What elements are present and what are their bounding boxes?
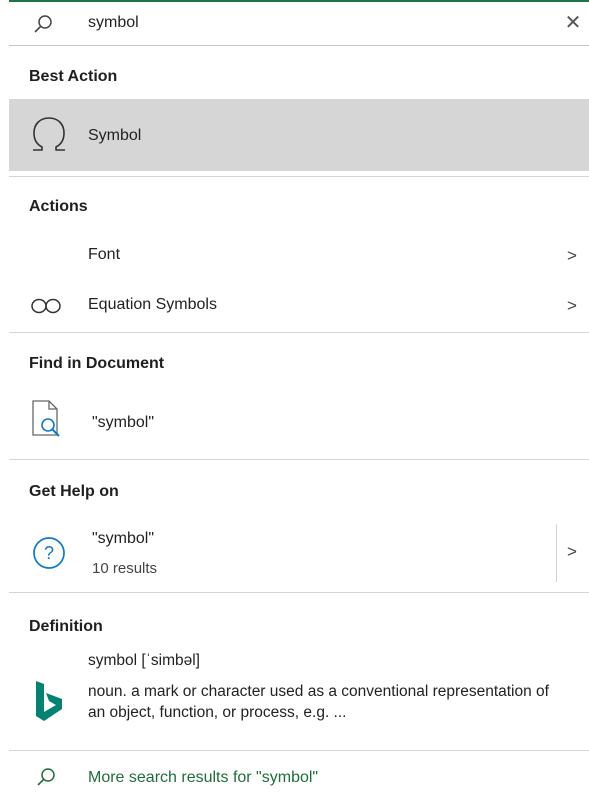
section-actions: Actions [29, 198, 88, 215]
best-action-label: Symbol [88, 127, 142, 144]
divider [9, 459, 589, 460]
omega-icon [33, 117, 65, 151]
best-action-symbol[interactable]: Symbol [9, 99, 589, 171]
find-in-document-result[interactable]: "symbol" [9, 392, 589, 452]
help-result-label: "symbol" [92, 530, 155, 547]
help-icon: ? [33, 537, 65, 569]
chevron-right-icon: > [567, 246, 577, 265]
definition-result[interactable]: symbol [ˈsimbəl] noun. a mark or charact… [9, 652, 589, 744]
divider [9, 592, 589, 593]
more-search-results[interactable]: More search results for "symbol" [9, 754, 589, 794]
divider [9, 750, 589, 751]
search-results-panel: symbol ✕ Best Action Symbol Actions Font… [9, 2, 589, 807]
section-best-action: Best Action [29, 68, 118, 85]
infinity-icon [31, 298, 61, 314]
section-definition: Definition [29, 618, 103, 635]
help-result[interactable]: ? "symbol" 10 results > [9, 524, 589, 584]
vertical-divider [556, 524, 557, 582]
close-icon[interactable]: ✕ [563, 12, 583, 34]
section-find-in-document: Find in Document [29, 355, 165, 372]
search-icon [34, 15, 52, 33]
divider [9, 176, 589, 177]
divider [9, 332, 589, 333]
more-search-results-label: More search results for "symbol" [88, 769, 319, 786]
action-font-label: Font [88, 246, 121, 263]
find-result-label: "symbol" [92, 414, 155, 431]
help-result-count: 10 results [92, 560, 158, 577]
search-input[interactable]: symbol [88, 14, 139, 32]
action-equation-symbols[interactable]: Equation Symbols > [9, 286, 589, 324]
chevron-right-icon: > [567, 296, 577, 315]
definition-text: noun. a mark or character used as a conv… [88, 683, 549, 721]
document-search-icon [32, 400, 60, 437]
search-bar[interactable]: symbol ✕ [9, 2, 589, 46]
action-equation-symbols-label: Equation Symbols [88, 296, 217, 313]
definition-word: symbol [ˈsimbəl] [88, 652, 200, 669]
action-font[interactable]: Font > [9, 236, 589, 274]
chevron-right-icon[interactable]: > [567, 542, 577, 562]
bing-icon [36, 681, 62, 721]
search-icon [37, 768, 55, 786]
svg-text:?: ? [44, 543, 54, 563]
section-get-help: Get Help on [29, 483, 119, 500]
